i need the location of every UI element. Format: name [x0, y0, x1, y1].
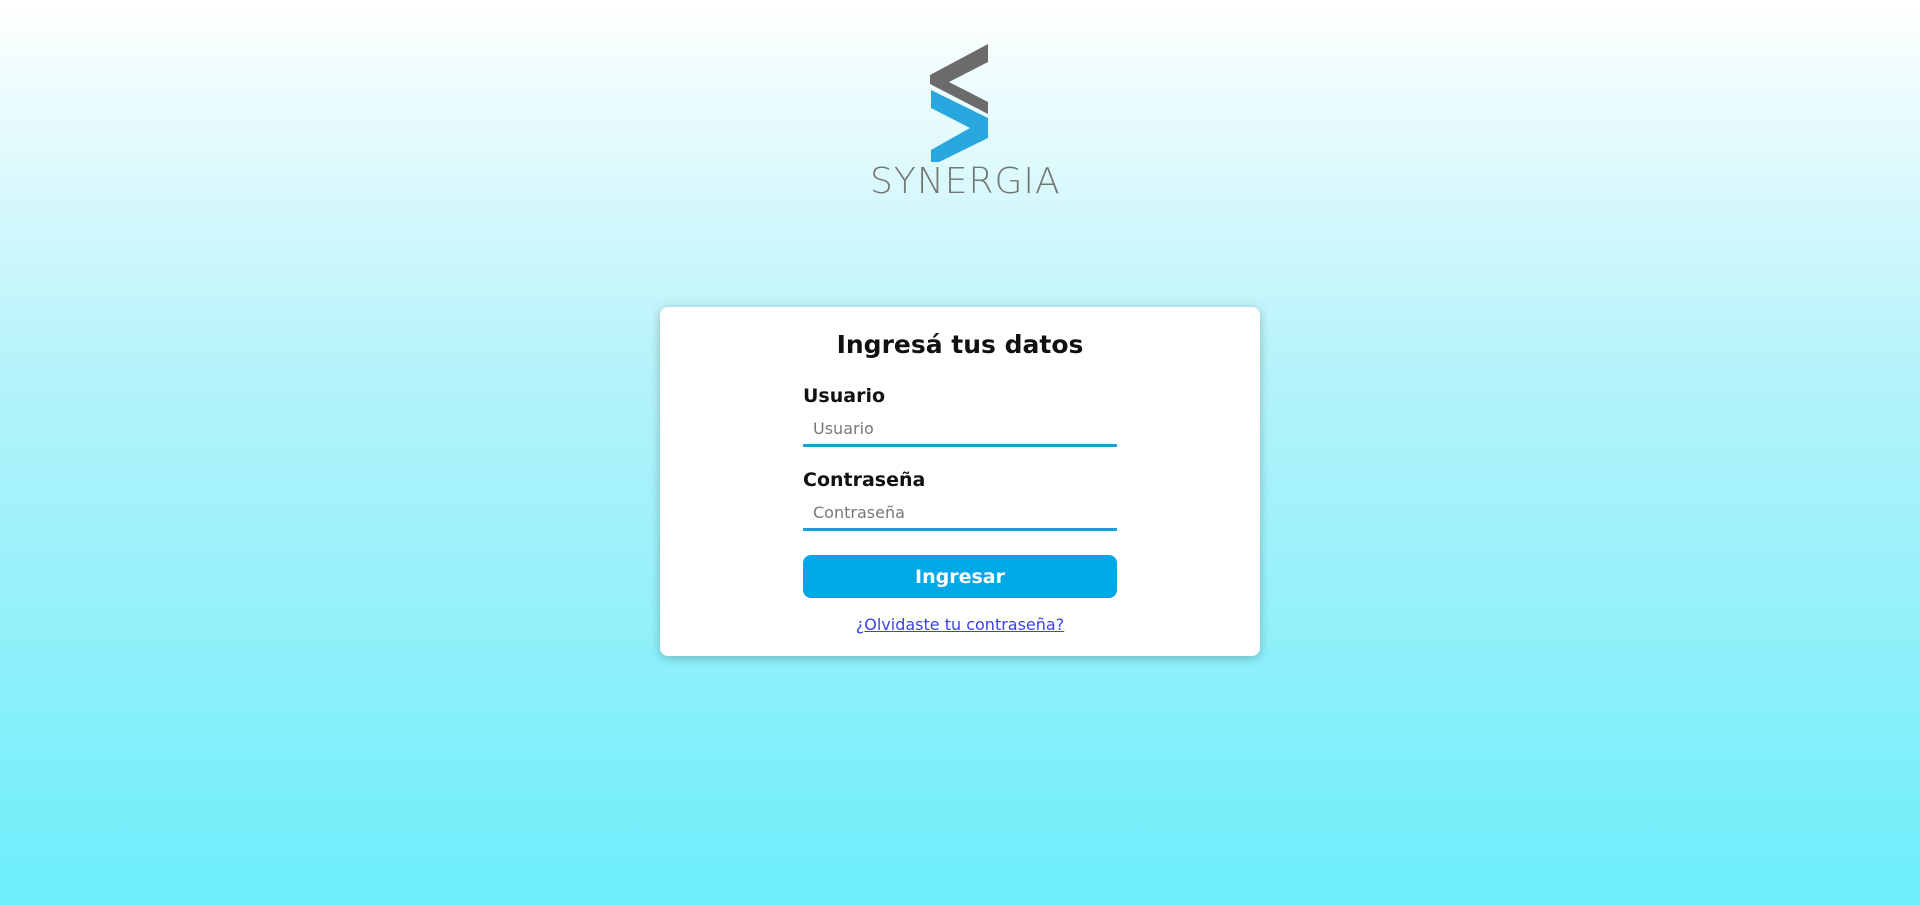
- password-label: Contraseña: [803, 469, 926, 491]
- forgot-password-container: ¿Olvidaste tu contraseña?: [660, 615, 1260, 635]
- password-input[interactable]: [803, 497, 1117, 531]
- synergia-mark-icon: [930, 44, 988, 162]
- login-title: Ingresá tus datos: [836, 330, 1084, 359]
- brand-name: SYNERGIA: [870, 161, 1061, 202]
- brand-logo: SYNERGIA: [870, 40, 1061, 210]
- username-label: Usuario: [803, 385, 886, 407]
- username-input[interactable]: [803, 413, 1117, 447]
- login-card: Ingresá tus datos Usuario Contraseña Ing…: [660, 307, 1260, 656]
- login-button[interactable]: Ingresar: [803, 555, 1117, 598]
- forgot-password-link[interactable]: ¿Olvidaste tu contraseña?: [856, 615, 1064, 634]
